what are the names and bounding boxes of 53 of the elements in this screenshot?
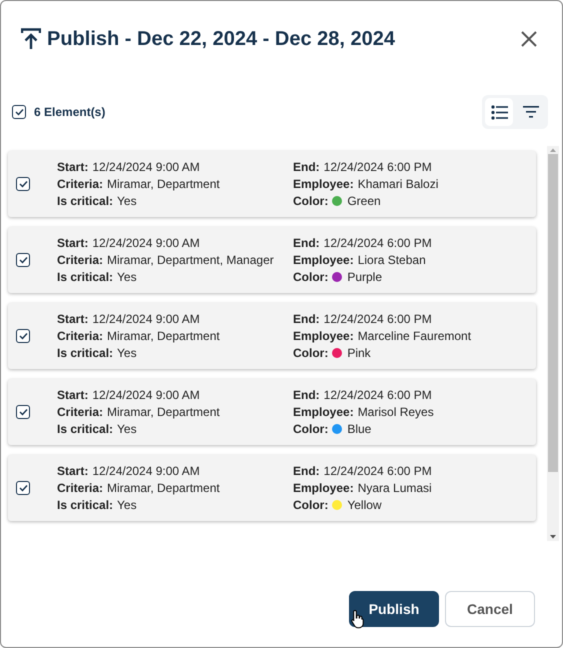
element-count: 6 Element(s) — [34, 105, 106, 119]
checkbox[interactable] — [16, 177, 30, 191]
color-field: Color: Purple — [293, 268, 523, 286]
list-view-button[interactable] — [485, 98, 513, 126]
field-text: Criteria: Miramar, Department — [57, 480, 221, 496]
checkmark-icon — [18, 408, 28, 416]
field-text: Employee: Nyara Lumasi — [293, 480, 433, 496]
upload-icon — [21, 28, 41, 50]
field-text: End: 12/24/2024 6:00 PM — [293, 386, 433, 404]
color-field: Color: Blue — [293, 420, 523, 438]
field-text: Employee: Khamari Balozi — [293, 176, 440, 192]
checkmark-icon — [14, 108, 24, 116]
hand-cursor-icon — [351, 609, 365, 629]
field-text: Start: 12/24/2024 9:00 AM — [57, 462, 201, 480]
field-text: Employee: Marisol Reyes — [293, 404, 435, 420]
field-text: Is critical: Yes — [57, 344, 138, 362]
field-text: Is critical: Yes — [57, 420, 138, 438]
field-text: Criteria: Miramar, Department — [57, 404, 221, 420]
scrollbar[interactable] — [547, 146, 559, 541]
field-text: End: 12/24/2024 6:00 PM — [293, 462, 433, 480]
field-text: Criteria: Miramar, Department — [57, 176, 221, 192]
field-text: Is critical: Yes — [57, 192, 138, 210]
checkmark-icon — [18, 180, 28, 188]
field-text: Start: 12/24/2024 9:00 AM — [57, 234, 201, 252]
field-text: Is critical: Yes — [57, 496, 138, 514]
checkbox[interactable] — [16, 253, 30, 267]
field-text: Is critical: Yes — [57, 268, 138, 286]
field-text: Criteria: Miramar, Department, Manager — [57, 252, 275, 268]
filter-icon — [523, 106, 539, 118]
field-text: Criteria: Miramar, Department — [57, 328, 221, 344]
checkbox[interactable] — [16, 481, 30, 495]
checkbox[interactable] — [16, 405, 30, 419]
color-field: Color: Pink — [293, 344, 523, 362]
field-text: Employee: Liora Steban — [293, 252, 427, 268]
field-text: End: 12/24/2024 6:00 PM — [293, 234, 433, 252]
cancel-button[interactable]: Cancel — [445, 591, 535, 627]
field-text: Employee: Marceline Fauremont — [293, 328, 472, 344]
field-text: End: 12/24/2024 6:00 PM — [293, 310, 433, 328]
checkmark-icon — [18, 484, 28, 492]
field-text: Start: 12/24/2024 9:00 AM — [57, 158, 201, 176]
checkbox[interactable] — [12, 105, 26, 119]
dialog-title: Publish - Dec 22, 2024 - Dec 28, 2024 — [47, 28, 396, 50]
color-field: Color: Yellow — [293, 496, 523, 514]
checkmark-icon — [18, 332, 28, 340]
list-icon — [490, 104, 508, 120]
color-field: Color: Green — [293, 192, 523, 210]
field-text: End: 12/24/2024 6:00 PM — [293, 158, 433, 176]
scroll-down-icon[interactable] — [549, 533, 557, 541]
field-text: Start: 12/24/2024 9:00 AM — [57, 310, 201, 328]
checkmark-icon — [18, 256, 28, 264]
checkbox[interactable] — [16, 329, 30, 343]
field-text: Start: 12/24/2024 9:00 AM — [57, 386, 201, 404]
publish-button[interactable]: Publish — [349, 591, 439, 627]
